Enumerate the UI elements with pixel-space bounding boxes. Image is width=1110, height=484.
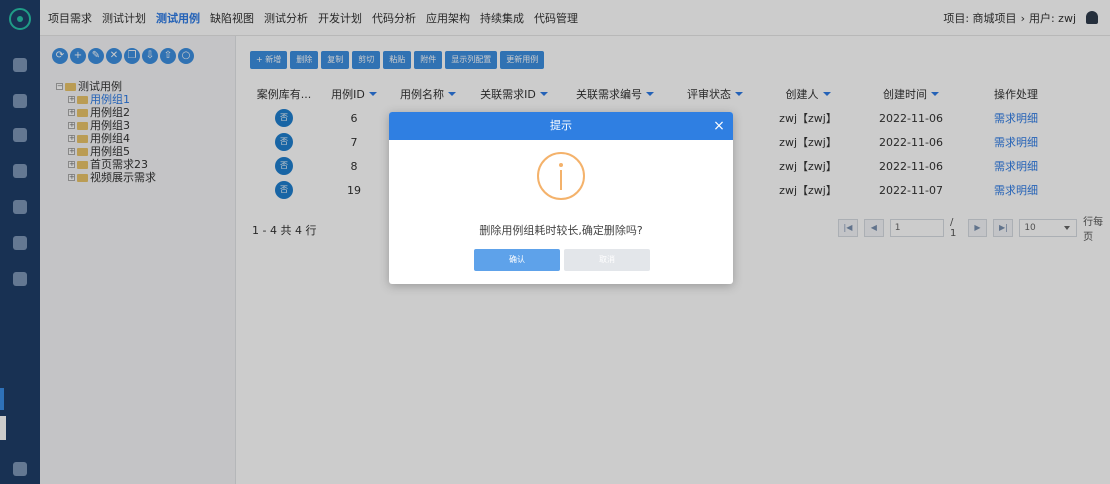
dialog-buttons: 确认 取消	[474, 249, 650, 271]
dialog-header: 提示 ×	[389, 112, 733, 140]
dialog-message: 删除用例组耗时较长,确定删除吗?	[479, 224, 643, 237]
info-icon	[537, 152, 585, 200]
confirm-dialog: 提示 × 删除用例组耗时较长,确定删除吗? 确认 取消	[389, 112, 733, 284]
confirm-button[interactable]: 确认	[474, 249, 560, 271]
dialog-title: 提示	[550, 119, 572, 132]
cancel-button[interactable]: 取消	[564, 249, 650, 271]
close-icon[interactable]: ×	[711, 112, 727, 140]
